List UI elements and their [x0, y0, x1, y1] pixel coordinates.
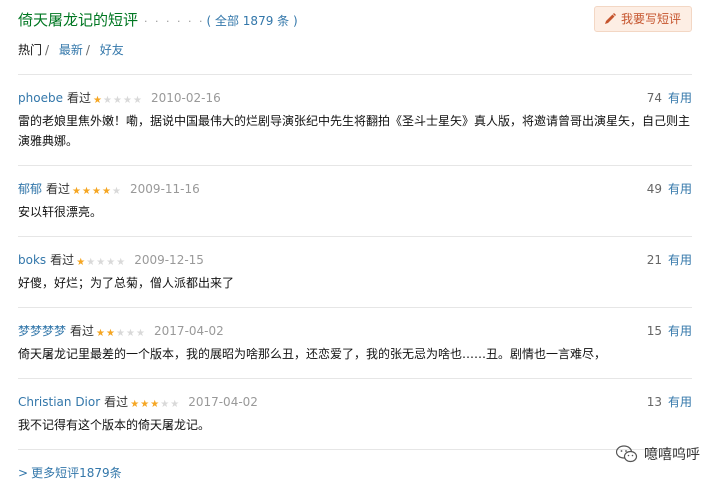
star-empty-icon: ★	[136, 328, 145, 339]
star-empty-icon: ★	[122, 95, 132, 106]
sort-tabs: 热门 / 最新 / 好友	[18, 41, 126, 58]
star-empty-icon: ★	[102, 95, 112, 106]
total-count-link[interactable]: ( 全部 1879 条 )	[206, 14, 297, 28]
rating-stars: ★★★★★	[76, 254, 126, 268]
review-content: 安以轩很漂亮。	[18, 205, 103, 219]
star-filled-icon: ★	[140, 399, 150, 410]
star-empty-icon: ★	[116, 257, 126, 268]
rating-stars: ★★★★★	[72, 183, 122, 197]
review-list: phoebe 看过 ★★★★★ 2010-02-16 74 有用 雷的老娘里焦外嫩！嘞，…	[18, 74, 692, 450]
tab-friends[interactable]: 好友	[100, 43, 124, 57]
star-empty-icon: ★	[126, 328, 135, 339]
review-content: 我不记得有这个版本的倚天屠龙记。	[18, 418, 211, 432]
title-dots: · · · · · ·	[144, 15, 205, 28]
vote-count: 13	[646, 395, 662, 409]
write-review-button[interactable]: 我要写短评	[593, 6, 692, 32]
star-filled-icon: ★	[106, 328, 115, 339]
review-item: phoebe 看过 ★★★★★ 2010-02-16 74 有用 雷的老娘里焦外嫩！嘞，…	[18, 75, 692, 166]
review-item: 梦梦梦梦 看过 ★★★★★ 2017-04-02 15 有用 倚天屠龙记里最差的一个版本…	[18, 308, 692, 379]
rating-stars: ★★★★★	[96, 325, 146, 339]
review-meta: 郁郁 看过 ★★★★★ 2009-11-16 49 有用	[18, 166, 692, 202]
watched-label: 看过	[70, 324, 95, 338]
tab-hot[interactable]: 热门	[18, 43, 42, 57]
star-empty-icon: ★	[112, 186, 121, 197]
star-filled-icon: ★	[82, 186, 91, 197]
star-empty-icon: ★	[132, 95, 142, 106]
useful-button[interactable]: 有用	[668, 91, 692, 105]
title-text: 倚天屠龙记的短评	[18, 11, 139, 29]
watched-label: 看过	[66, 91, 91, 105]
star-filled-icon: ★	[96, 328, 105, 339]
more-reviews-label: 更多短评1879条	[31, 466, 122, 480]
rating-stars: ★★★★★	[93, 92, 143, 106]
more-reviews-link[interactable]: > 更多短评1879条	[18, 464, 122, 481]
vote-count: 49	[646, 182, 662, 196]
pencil-icon	[604, 13, 616, 24]
rating-stars: ★★★★★	[130, 396, 180, 410]
review-votes: 49 有用	[647, 180, 692, 197]
wechat-icon	[616, 445, 638, 463]
review-date: 2009-12-15	[134, 253, 204, 267]
review-user-link[interactable]: Christian Dior	[18, 395, 100, 409]
star-filled-icon: ★	[72, 186, 81, 197]
review-date: 2010-02-16	[150, 91, 221, 105]
review-user-link[interactable]: boks	[18, 253, 46, 267]
total-count: 1879	[242, 14, 274, 28]
review-meta: 梦梦梦梦 看过 ★★★★★ 2017-04-02 15 有用	[18, 308, 692, 344]
star-filled-icon: ★	[76, 257, 86, 268]
star-filled-icon: ★	[92, 186, 101, 197]
useful-button[interactable]: 有用	[668, 395, 692, 409]
vote-count: 74	[646, 91, 662, 105]
review-votes: 21 有用	[647, 251, 692, 268]
total-suffix: 条 )	[273, 14, 298, 28]
watched-label: 看过	[104, 395, 129, 409]
tab-latest[interactable]: 最新	[59, 43, 83, 57]
tab-separator: /	[45, 43, 50, 57]
review-user-link[interactable]: phoebe	[18, 91, 63, 105]
watched-label: 看过	[46, 182, 71, 196]
star-empty-icon: ★	[170, 399, 180, 410]
review-date: 2017-04-02	[154, 324, 224, 338]
review-user-link[interactable]: 郁郁	[18, 182, 42, 196]
review-votes: 15 有用	[647, 322, 692, 339]
review-content: 倚天屠龙记里最差的一个版本，我的展昭为啥那么丑，还恋爱了，我的张无忌为啥也……丑…	[18, 347, 607, 361]
review-content: 好傻，好烂；为了总菊，僧人派都出来了	[18, 276, 235, 290]
review-meta: phoebe 看过 ★★★★★ 2010-02-16 74 有用	[18, 75, 692, 111]
review-date: 2017-04-02	[188, 395, 258, 409]
star-filled-icon: ★	[102, 186, 111, 197]
write-review-label: 我要写短评	[620, 12, 681, 26]
star-empty-icon: ★	[86, 257, 96, 268]
watched-label: 看过	[50, 253, 75, 267]
star-empty-icon: ★	[96, 257, 106, 268]
vote-count: 21	[646, 253, 662, 267]
star-filled-icon: ★	[150, 399, 160, 410]
review-meta: boks 看过 ★★★★★ 2009-12-15 21 有用	[18, 237, 692, 273]
comments-header: 倚天屠龙记的短评 · · · · · ·( 全部 1879 条 ) 我要写短评	[18, 6, 692, 34]
star-empty-icon: ★	[160, 399, 170, 410]
review-meta: Christian Dior 看过 ★★★★★ 2017-04-02 13 有用	[18, 379, 692, 415]
star-filled-icon: ★	[92, 95, 102, 106]
review-votes: 13 有用	[647, 393, 692, 410]
star-empty-icon: ★	[112, 95, 122, 106]
useful-button[interactable]: 有用	[668, 253, 692, 267]
watermark-text: 噫嘻呜呼	[644, 447, 700, 463]
wechat-watermark: 噫嘻呜呼	[616, 444, 700, 464]
review-item: Christian Dior 看过 ★★★★★ 2017-04-02 13 有用 我不记…	[18, 379, 692, 450]
review-date: 2009-11-16	[130, 182, 200, 196]
star-filled-icon: ★	[130, 399, 140, 410]
tab-separator: /	[85, 43, 90, 57]
review-content: 雷的老娘里焦外嫩！嘞，据说中国最伟大的烂剧导演张纪中先生将翻拍《圣斗士星矢》真人…	[18, 114, 691, 148]
total-prefix: ( 全部	[206, 14, 243, 28]
star-empty-icon: ★	[116, 328, 125, 339]
useful-button[interactable]: 有用	[668, 182, 692, 196]
vote-count: 15	[646, 324, 662, 338]
review-item: 郁郁 看过 ★★★★★ 2009-11-16 49 有用 安以轩很漂亮。	[18, 166, 692, 237]
section-title: 倚天屠龙记的短评 · · · · · ·( 全部 1879 条 )	[18, 9, 298, 30]
useful-button[interactable]: 有用	[668, 324, 692, 338]
review-votes: 74 有用	[647, 89, 692, 106]
review-user-link[interactable]: 梦梦梦梦	[18, 324, 66, 338]
chevron-right-icon: >	[18, 466, 29, 480]
star-empty-icon: ★	[106, 257, 116, 268]
review-item: boks 看过 ★★★★★ 2009-12-15 21 有用 好傻，好烂；为了总菊，僧人…	[18, 237, 692, 308]
